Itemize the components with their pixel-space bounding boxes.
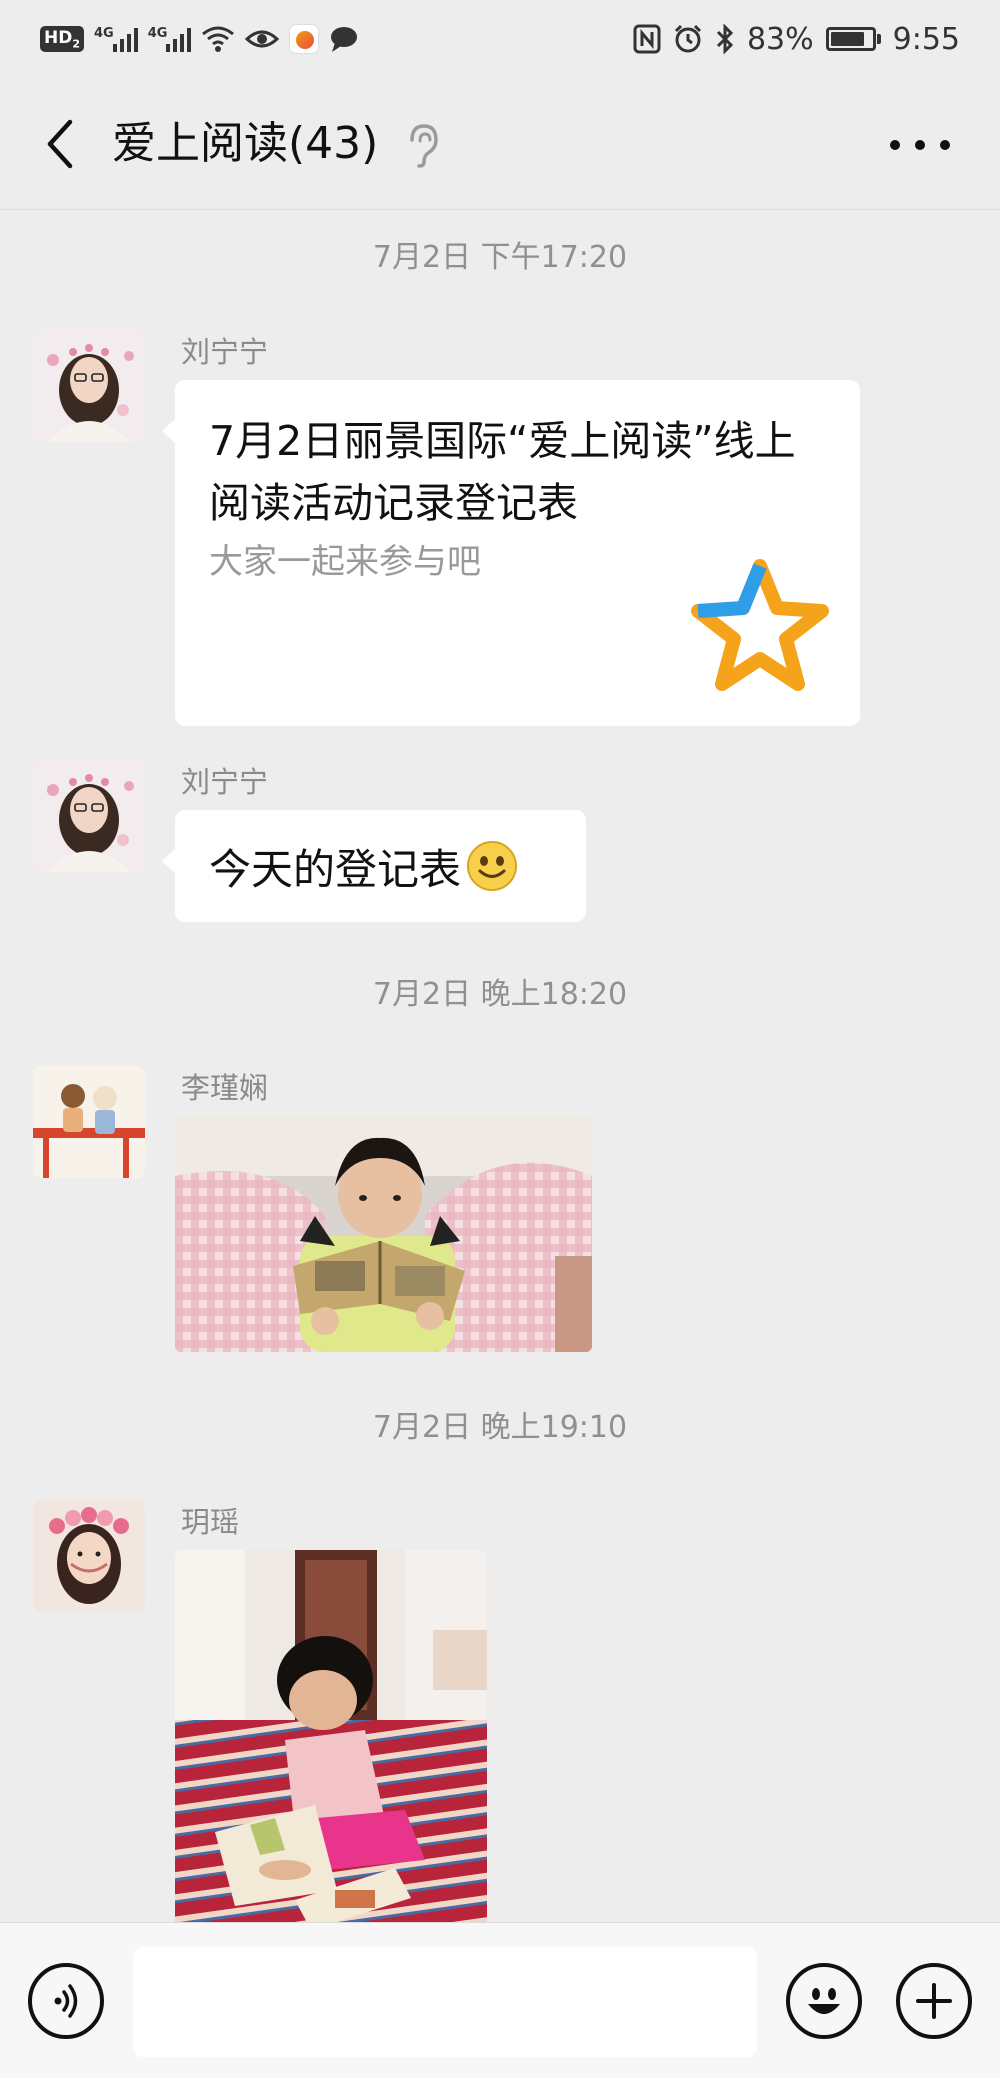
eye-icon [245, 30, 280, 48]
photo-message[interactable] [175, 1550, 487, 1922]
input-bar [0, 1922, 1000, 2078]
signal-icon: 4G [94, 26, 138, 52]
smile-emoji-icon [467, 841, 518, 891]
nfc-icon [633, 24, 661, 54]
avatar[interactable] [33, 330, 145, 442]
sender-name: 玥瑶 [181, 1505, 240, 1539]
back-button[interactable] [36, 116, 84, 172]
status-left: HD2 4G 4G [40, 18, 359, 60]
emoji-icon [808, 1988, 840, 2014]
chat-bubble-icon [331, 27, 358, 52]
bluetooth-icon [716, 24, 734, 54]
wifi-icon [202, 26, 235, 52]
avatar[interactable] [33, 1066, 145, 1178]
status-bar: HD2 4G 4G 83% 9:55 [0, 0, 1000, 78]
network-label: 4G [94, 26, 114, 41]
alarm-icon [674, 24, 701, 53]
message-input[interactable] [133, 1947, 757, 2057]
avatar[interactable] [33, 1500, 145, 1612]
more-button[interactable] [890, 130, 950, 160]
network-label: 4G [147, 26, 168, 41]
timestamp: 7月2日 晚上19:10 [372, 1410, 628, 1445]
text-bubble[interactable]: 今天的登记表 [162, 810, 586, 922]
plus-button[interactable] [896, 1963, 972, 2039]
status-time: 9:55 [892, 21, 960, 57]
voice-button[interactable] [28, 1963, 104, 2039]
link-card[interactable]: 7月2日丽景国际“爱上阅读”线上阅读活动记录登记表 大家一起来参与吧 [162, 380, 860, 726]
hd-label: HD [44, 27, 73, 48]
message-text: 今天的登记表 [209, 844, 462, 894]
link-title: 7月2日丽景国际“爱上阅读”线上阅读活动记录登记表 [209, 417, 796, 527]
battery-icon [825, 27, 881, 51]
signal-icon: 4G [148, 26, 192, 52]
timestamp: 7月2日 下午17:20 [372, 240, 628, 275]
voice-icon [54, 1984, 78, 2018]
avatar[interactable] [33, 760, 145, 872]
plus-icon [916, 1983, 952, 2019]
back-icon [47, 119, 73, 169]
chat-area[interactable]: 7月2日 下午17:20 刘宁宁 7月2日丽景国际“爱上阅读”线上阅读活动记录登… [0, 210, 1000, 1922]
chat-title: 爱上阅读(43) [112, 118, 379, 169]
chat-header: 爱上阅读(43) [0, 78, 1000, 210]
hd-sub: 2 [72, 37, 80, 51]
more-icon [890, 140, 900, 150]
timestamp: 7月2日 晚上18:20 [372, 977, 628, 1012]
hd-icon: HD2 [40, 25, 84, 53]
battery-percent: 83% [746, 21, 814, 57]
link-description: 大家一起来参与吧 [209, 542, 481, 582]
emoji-button[interactable] [786, 1963, 862, 2039]
ear-icon [410, 124, 438, 168]
star-icon [691, 559, 829, 691]
app-notification-icon [289, 24, 320, 54]
message-text-row: 今天的登记表 [209, 810, 519, 922]
sender-name: 刘宁宁 [181, 335, 269, 369]
status-right: 83% 9:55 [633, 18, 960, 60]
sender-name: 刘宁宁 [181, 765, 269, 799]
photo-message[interactable] [175, 1116, 592, 1352]
sender-name: 李瑾娴 [181, 1071, 269, 1105]
